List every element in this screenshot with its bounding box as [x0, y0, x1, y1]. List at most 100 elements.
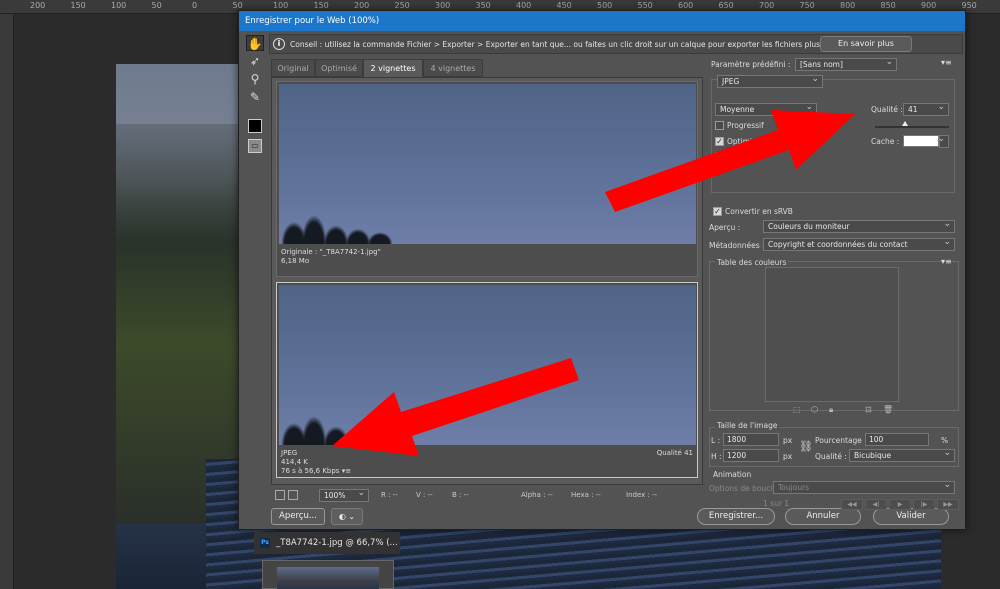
height-input[interactable]: 1200 — [723, 449, 779, 462]
resample-select[interactable]: Bicubique — [849, 448, 955, 462]
ruler-tick-label: 200 — [354, 1, 370, 10]
ruler-tick-label: 350 — [475, 1, 491, 10]
new-color-icon[interactable]: ⊡ — [865, 405, 872, 414]
quality-slider[interactable] — [875, 126, 949, 128]
width-input[interactable]: 1800 — [723, 433, 779, 446]
first-frame-icon[interactable]: ◀◀ — [841, 499, 863, 510]
progressive-checkbox[interactable] — [715, 121, 724, 130]
prev-frame-icon[interactable]: ◀| — [865, 499, 887, 510]
tab-2-up[interactable]: 2 vignettes — [363, 59, 423, 77]
color-table-menu-icon[interactable]: ▾≡ — [941, 257, 952, 266]
ruler-tick-label: 750 — [799, 1, 815, 10]
ruler-tick-label: 150 — [313, 1, 329, 10]
settings-panel: Paramètre prédéfini : [Sans nom] ▾≡ JPEG… — [705, 57, 963, 510]
next-frame-icon[interactable]: |▶ — [913, 499, 935, 510]
cancel-button[interactable]: Annuler — [785, 508, 861, 525]
loop-options-select[interactable]: Toujours — [773, 480, 955, 494]
optimized-preview[interactable]: JPEG 414,4 K 76 s à 56,6 Kbps ▾≡ Qualité… — [276, 282, 698, 478]
cube-icon[interactable]: ⬡ — [811, 405, 818, 414]
zoom-in-icon[interactable] — [288, 490, 298, 500]
slice-select-icon[interactable]: ➶ — [246, 53, 264, 69]
toggle-slices-icon[interactable]: ▭ — [248, 139, 262, 153]
matte-label: Cache : — [871, 137, 900, 146]
last-frame-icon[interactable]: ▶▶ — [937, 499, 959, 510]
save-button[interactable]: Enregistrer... — [697, 508, 775, 525]
ruler-tick-label: 800 — [840, 1, 856, 10]
width-label: L : — [711, 436, 721, 445]
eyedropper-color-swatch[interactable] — [248, 119, 262, 133]
ruler-tick-label: 50 — [232, 1, 243, 10]
optimized-quality-label: Qualité 41 — [656, 449, 693, 457]
compression-select[interactable]: Moyenne — [715, 102, 817, 116]
color-table-label: Table des couleurs — [715, 258, 789, 267]
matte-color-swatch[interactable] — [903, 135, 939, 147]
link-chain-icon[interactable]: ⛓ — [799, 440, 813, 453]
quality-slider-thumb[interactable] — [902, 121, 909, 126]
percent-unit: % — [941, 436, 949, 445]
hand-tool-icon[interactable]: ✋ — [246, 35, 264, 51]
height-label: H : — [711, 452, 722, 461]
resample-label: Qualité : — [815, 452, 847, 461]
loop-options-label: Options de boucle : — [709, 484, 782, 493]
zoom-select[interactable]: 100% — [319, 488, 369, 502]
ruler-tick-label: 600 — [678, 1, 694, 10]
save-for-web-dialog: Enregistrer pour le Web (100%) ✋ ➶ ⚲ ✎ ▭… — [238, 10, 966, 530]
preview-mode-label: Aperçu : — [709, 223, 741, 232]
metadata-select[interactable]: Copyright et coordonnées du contact — [763, 237, 955, 251]
srgb-label: Convertir en sRVB — [725, 207, 793, 216]
ruler-tick-label: 950 — [961, 1, 977, 10]
embed-profile-checkbox[interactable] — [715, 152, 724, 161]
quality-input[interactable]: 41 — [903, 102, 949, 116]
document-tab-preview[interactable]: Ps _T8A7742-1.jpg @ 66,7% (... — [254, 532, 400, 554]
document-thumbnail[interactable] — [262, 560, 394, 589]
browser-preview-icon[interactable]: ◐ ⌄ — [331, 508, 363, 525]
frame-counter: 1 sur 1 — [763, 499, 790, 508]
image-size-label: Taille de l'image — [715, 421, 780, 430]
optimized-checkbox[interactable]: ✓ — [715, 137, 724, 146]
ruler-tick-label: 200 — [30, 1, 46, 10]
dialog-toolbar: ✋ ➶ ⚲ ✎ ▭ — [244, 35, 266, 165]
tab-4-up[interactable]: 4 vignettes — [423, 59, 483, 77]
preset-menu-icon[interactable]: ▾≡ — [941, 58, 952, 67]
ruler-tick-label: 250 — [394, 1, 410, 10]
zoom-tool-icon[interactable]: ⚲ — [246, 71, 264, 87]
color-table — [765, 267, 899, 402]
tab-original[interactable]: Original — [271, 59, 315, 77]
percent-input[interactable]: 100 — [865, 433, 929, 446]
index-readout: Index : -- — [626, 491, 658, 499]
web-snap-icon[interactable]: ⬚ — [793, 405, 801, 414]
preset-label: Paramètre prédéfini : — [711, 60, 791, 69]
ruler-tick-label: 700 — [759, 1, 775, 10]
original-image — [279, 84, 696, 244]
b-readout: B : -- — [452, 491, 469, 499]
zoom-out-icon[interactable] — [275, 490, 285, 500]
done-button[interactable]: Valider — [873, 508, 949, 525]
original-caption: Originale : "_T8A7742-1.jpg" 6,18 Mo — [281, 248, 381, 265]
optimized-caption: JPEG 414,4 K 76 s à 56,6 Kbps ▾≡ — [281, 449, 352, 475]
vertical-ruler — [0, 14, 14, 589]
srgb-checkbox[interactable]: ✓ — [713, 207, 722, 216]
learn-more-button[interactable]: En savoir plus — [820, 36, 912, 52]
optimized-label: Optimisé — [727, 137, 761, 146]
preview-mode-select[interactable]: Couleurs du moniteur — [763, 219, 955, 233]
photoshop-icon: Ps — [260, 538, 270, 548]
ruler-tick-label: 100 — [111, 1, 127, 10]
ruler-tick-label: 550 — [637, 1, 653, 10]
ruler-tick-label: 450 — [556, 1, 572, 10]
tip-bar: i Conseil : utilisez la commande Fichier… — [269, 34, 963, 54]
preset-select[interactable]: [Sans nom] — [795, 57, 897, 71]
ruler-tick-label: 900 — [921, 1, 937, 10]
download-speed-menu-icon[interactable]: ▾≡ — [342, 467, 351, 475]
tab-optimized[interactable]: Optimisé — [315, 59, 363, 77]
dialog-title: Enregistrer pour le Web (100%) — [239, 11, 965, 31]
format-select[interactable]: JPEG — [717, 74, 823, 88]
eyedropper-icon[interactable]: ✎ — [246, 89, 264, 105]
matte-dropdown[interactable] — [937, 134, 949, 148]
original-preview[interactable]: Originale : "_T8A7742-1.jpg" 6,18 Mo — [276, 81, 698, 277]
lock-icon[interactable]: 🔒︎ — [829, 405, 833, 415]
percent-label: Pourcentage : — [815, 436, 867, 445]
play-icon[interactable]: ▶ — [889, 499, 911, 510]
ruler-tick-label: 150 — [70, 1, 86, 10]
preview-button[interactable]: Aperçu... — [271, 508, 325, 525]
trash-icon[interactable]: 🗑︎ — [883, 405, 893, 414]
